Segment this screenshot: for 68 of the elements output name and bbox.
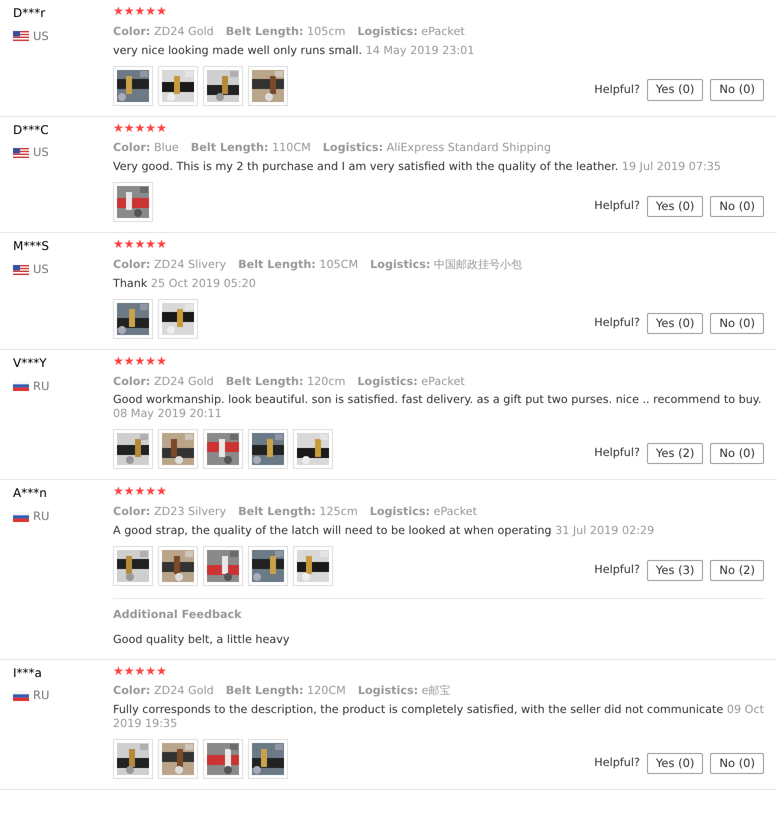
- star-rating: ★★★★★: [113, 122, 167, 134]
- attribute-text: Belt Length: 120cm: [226, 374, 346, 390]
- yes-button[interactable]: Yes (0): [646, 79, 704, 101]
- attribute-text: Belt Length: 105cm: [226, 24, 346, 40]
- star-rating: ★★★★★: [113, 485, 167, 498]
- attribute-text: Logistics: e邮宝: [358, 683, 451, 700]
- reviewer-name: M***S: [13, 238, 49, 256]
- star-rating: ★★★★★: [113, 354, 167, 367]
- helpful-label: Helpful?: [594, 82, 640, 98]
- no-button[interactable]: No (0): [710, 196, 764, 218]
- review-text: A good strap, the quality of the latch will need to be looked at when operating 31 Jul 2019 02:29: [113, 524, 656, 538]
- attribute-text: Belt Length: 110CM: [190, 140, 311, 156]
- no-button[interactable]: No (0): [710, 752, 764, 774]
- attribute-text: Color: ZD24 Gold: [113, 374, 214, 390]
- reviewer-name: V***Y: [13, 354, 47, 372]
- star-rating: ★★★★★: [113, 664, 167, 677]
- star-rating: ★★★★★: [113, 5, 167, 17]
- yes-button[interactable]: Yes (0): [646, 752, 704, 774]
- feedback-heading: Additional Feedback: [113, 606, 243, 623]
- attribute-text: Logistics: AliExpress Standard Shipping: [322, 140, 551, 156]
- helpful-label: Helpful?: [594, 198, 640, 214]
- attribute-text: Color: ZD24 Slivery: [113, 256, 226, 273]
- attribute-text: Logistics: ePacket: [357, 374, 465, 390]
- flag-icon: [13, 512, 29, 522]
- review-text: Very good. This is my 2 th purchase and I am very satisfied with the quality of the leather. 19 Jul 2019 07:35: [113, 160, 722, 174]
- reviewer-name: I***a: [13, 664, 42, 682]
- no-button[interactable]: No (0): [710, 312, 764, 334]
- attribute-text: Belt Length: 120CM: [226, 683, 346, 700]
- flag-icon: [13, 148, 29, 158]
- attribute-text: Color: Blue: [113, 140, 179, 156]
- helpful-label: Helpful?: [594, 314, 640, 331]
- helpful-label: Helpful?: [594, 562, 640, 578]
- review-text: Good workmanship. look beautiful. son is satisfied. fast delivery. as a gift put two purses. nice .. recommend to buy. 08 May 2019 20:11: [113, 393, 762, 422]
- helpful-label: Helpful?: [594, 755, 640, 772]
- attribute-text: Logistics: ePacket: [370, 504, 478, 520]
- reviewer-name: D***r: [13, 5, 46, 22]
- feedback-text: Good quality belt, a little heavy: [113, 632, 290, 648]
- yes-button[interactable]: Yes (0): [646, 312, 704, 334]
- star-rating: ★★★★★: [113, 238, 167, 250]
- country-code: RU: [33, 508, 50, 526]
- no-button[interactable]: No (2): [710, 560, 764, 581]
- country-code: US: [33, 28, 49, 45]
- yes-button[interactable]: Yes (3): [646, 560, 704, 581]
- attribute-text: Logistics: 中国邮政挂号小包: [370, 256, 522, 273]
- no-button[interactable]: No (0): [710, 79, 764, 101]
- attribute-text: Belt Length: 125cm: [238, 504, 358, 520]
- review-text: Thank 25 Oct 2019 05:20: [113, 276, 257, 291]
- attribute-text: Color: ZD23 Silvery: [113, 504, 226, 520]
- flag-icon: [13, 31, 29, 42]
- country-code: US: [33, 144, 49, 162]
- attribute-text: Color: ZD24 Gold: [113, 24, 214, 40]
- country-code: RU: [33, 687, 50, 704]
- helpful-label: Helpful?: [594, 445, 640, 462]
- reviewer-name: A***n: [13, 485, 47, 502]
- yes-button[interactable]: Yes (2): [646, 443, 704, 464]
- attribute-text: Belt Length: 105CM: [238, 256, 358, 273]
- attribute-text: Logistics: ePacket: [357, 24, 465, 40]
- yes-button[interactable]: Yes (0): [646, 196, 704, 218]
- flag-icon: [13, 690, 29, 701]
- review-text: very nice looking made well only runs small. 14 May 2019 23:01: [113, 44, 476, 58]
- flag-icon: [13, 381, 29, 392]
- country-code: RU: [33, 378, 50, 395]
- reviewer-name: D***C: [13, 122, 49, 139]
- attribute-text: Color: ZD24 Gold: [113, 683, 214, 700]
- flag-icon: [13, 264, 29, 275]
- no-button[interactable]: No (0): [710, 443, 764, 464]
- country-code: US: [33, 260, 49, 278]
- review-text: Fully corresponds to the description, the product is completely satisfied, with the seller did not communicate 09 Oct 2019 19:35: [113, 703, 764, 732]
